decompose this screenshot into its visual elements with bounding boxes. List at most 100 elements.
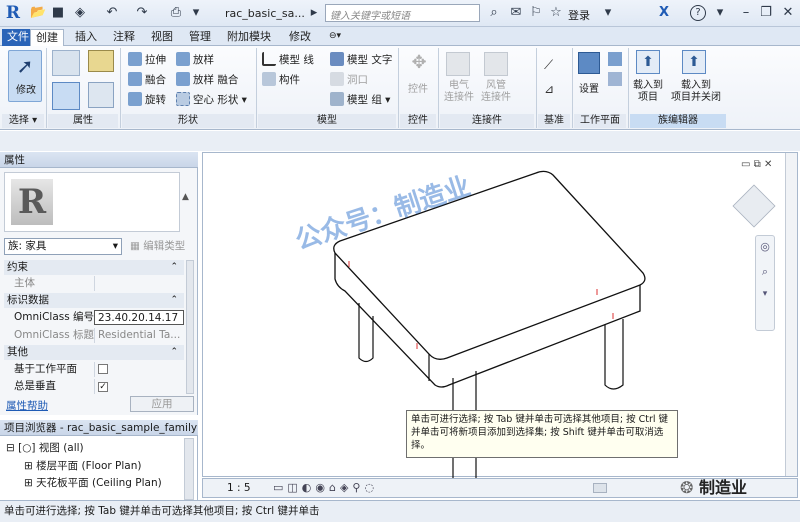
ribbon-tab-bar: 文件 创建 插入 注释 视图 管理 附加模块 修改 ⊖▾ (0, 27, 800, 46)
sync-icon[interactable]: ◈ (72, 5, 88, 21)
separator (46, 48, 47, 128)
options-bar (0, 131, 800, 151)
tab-view[interactable]: 视图 (146, 29, 178, 46)
print-icon[interactable]: ⎙ (168, 5, 184, 21)
model-line-button[interactable]: 模型 线 (262, 52, 314, 67)
sweep-button[interactable]: 放样 (176, 52, 214, 67)
restore-icon[interactable]: ❐ (758, 5, 774, 21)
browser-scrollbar[interactable] (184, 438, 194, 500)
group-constraints[interactable]: 约束 ⌃ (4, 260, 184, 275)
cursor-arrow-icon: ➚ (16, 54, 34, 78)
omniclass-number-field[interactable]: 23.40.20.14.17 (94, 310, 184, 325)
properties-help-link[interactable]: 属性帮助 (6, 398, 48, 413)
load-into-project-label[interactable]: 载入到 项目 (628, 80, 668, 104)
load-and-close-icon[interactable]: ⬆ (682, 50, 706, 74)
ribbon-minimize-toggle[interactable]: ⊖▾ (324, 29, 346, 46)
tab-modify[interactable]: 修改 (284, 29, 316, 46)
model-text-button[interactable]: 模型 文字 (330, 52, 392, 67)
tab-addins[interactable]: 附加模块 (222, 29, 276, 46)
login-dropdown-icon[interactable]: ▾ (600, 5, 616, 21)
favorites-star-icon[interactable]: ☆ (548, 5, 564, 21)
show-workplane-icon[interactable] (608, 52, 622, 66)
open-icon[interactable]: 📂 (30, 5, 46, 21)
help-icon[interactable]: ? (690, 5, 706, 21)
customize-qat-icon[interactable]: ▾ (188, 5, 204, 21)
type-properties-icon[interactable] (88, 82, 114, 108)
tab-insert[interactable]: 插入 (70, 29, 102, 46)
view-control-icons[interactable]: ▭◫◐◉⌂◈⚲◌ (273, 481, 378, 494)
steering-wheel-icon[interactable]: ◎ (756, 240, 774, 253)
title-arrow-icon[interactable]: ▸ (306, 5, 322, 21)
save-icon[interactable]: ■ (50, 5, 66, 21)
workplane-panel-label: 工作平面 (574, 114, 626, 128)
help-dropdown-icon[interactable]: ▾ (712, 5, 728, 21)
properties-panel-label: 属性 (48, 114, 118, 128)
edit-type-button[interactable]: ▦ 编辑类型 (130, 238, 194, 255)
nav-dropdown-icon[interactable]: ▾ (756, 289, 774, 299)
communication-icon[interactable]: ⚐ (528, 5, 544, 21)
revit-logo-icon: R (11, 179, 53, 225)
opening-button[interactable]: 洞口 (330, 72, 368, 87)
extrusion-button[interactable]: 拉伸 (128, 52, 166, 67)
modify-label: 修改 (16, 85, 36, 96)
opening-icon (330, 72, 344, 86)
tab-annotate[interactable]: 注释 (108, 29, 140, 46)
minimize-icon[interactable]: – (738, 5, 754, 21)
control-button-label: 控件 (408, 84, 428, 95)
group-identity-data[interactable]: 标识数据 ⌃ (4, 293, 184, 308)
void-forms-button[interactable]: 空心 形状 ▾ (176, 92, 247, 107)
family-types-icon[interactable] (88, 50, 114, 72)
type-preview: R (4, 172, 180, 232)
group-other[interactable]: 其他 ⌃ (4, 345, 184, 360)
redo-icon[interactable]: ↷ (134, 5, 150, 21)
reference-line-icon[interactable]: ⟋ (544, 58, 560, 74)
blend-button[interactable]: 融合 (128, 72, 166, 87)
login-link[interactable]: 登录 (568, 7, 590, 23)
load-and-close-label[interactable]: 载入到 项目并关闭 (668, 80, 724, 104)
tree-item-views[interactable]: ⊟ [○] 视图 (all) (6, 440, 84, 455)
sweep-icon (176, 52, 190, 66)
app-menu-button[interactable]: R (4, 3, 22, 23)
navigation-bar[interactable]: ◎ ⌕ ▾ (755, 235, 775, 331)
apply-button[interactable]: 应用 (130, 396, 194, 412)
properties-scrollbar[interactable] (186, 260, 194, 394)
component-button[interactable]: 构件 (262, 72, 300, 87)
workplane-viewer-icon[interactable] (608, 72, 622, 86)
revolve-button[interactable]: 旋转 (128, 92, 166, 107)
set-workplane-label[interactable]: 设置 (572, 84, 606, 96)
selection-tooltip: 单击可进行选择; 按 Tab 键并单击可选择其他项目; 按 Ctrl 键并单击可… (406, 410, 678, 458)
duct-connector-icon[interactable] (484, 52, 508, 76)
reference-plane-icon[interactable]: ⊿ (544, 82, 560, 98)
tree-item-floor-plan[interactable]: ⊞ 楼层平面 (Floor Plan) (24, 458, 141, 473)
subscription-icon[interactable]: ✉ (508, 5, 524, 21)
load-into-project-icon[interactable]: ⬆ (636, 50, 660, 74)
family-category-icon[interactable] (52, 50, 80, 76)
electrical-connector-icon[interactable] (446, 52, 470, 76)
scale-label[interactable]: 1 : 5 (227, 482, 251, 494)
canvas-vertical-scrollbar[interactable] (785, 153, 797, 476)
type-selector[interactable]: 族: 家具 ▾ (4, 238, 122, 255)
model-group-button[interactable]: 模型 组 ▾ (330, 92, 390, 107)
always-vertical-checkbox[interactable]: ✓ (98, 382, 108, 392)
swept-blend-button[interactable]: 放样 融合 (176, 72, 238, 87)
undo-icon[interactable]: ↶ (104, 5, 120, 21)
property-row-omniclass-number[interactable]: OmniClass 编号 23.40.20.14.17 (4, 310, 184, 325)
control-arrows-icon[interactable]: ✥ (408, 52, 430, 74)
tab-manage[interactable]: 管理 (184, 29, 216, 46)
select-panel-label[interactable]: 选择 ▾ (2, 114, 44, 128)
tree-item-ceiling-plan[interactable]: ⊞ 天花板平面 (Ceiling Plan) (24, 475, 162, 490)
modify-button[interactable]: ➚ 修改 (8, 50, 42, 102)
search-input[interactable]: 键入关键字或短语 (325, 4, 480, 22)
zoom-icon[interactable]: ⌕ (756, 265, 774, 279)
close-icon[interactable]: ✕ (780, 5, 796, 21)
view-window-controls[interactable]: ▭ ⧉ ✕ (741, 159, 772, 170)
preview-scroll-icon[interactable]: ▲ (182, 192, 194, 204)
binoculars-icon[interactable]: ⌕ (486, 5, 502, 21)
tab-create[interactable]: 创建 (30, 29, 64, 46)
properties-icon[interactable] (52, 82, 80, 110)
workplane-based-checkbox[interactable] (98, 364, 108, 374)
set-workplane-icon[interactable] (578, 52, 600, 74)
model-line-icon (262, 52, 276, 66)
horizontal-scroll-thumb[interactable] (593, 483, 607, 493)
exchange-apps-icon[interactable]: X (656, 5, 672, 21)
